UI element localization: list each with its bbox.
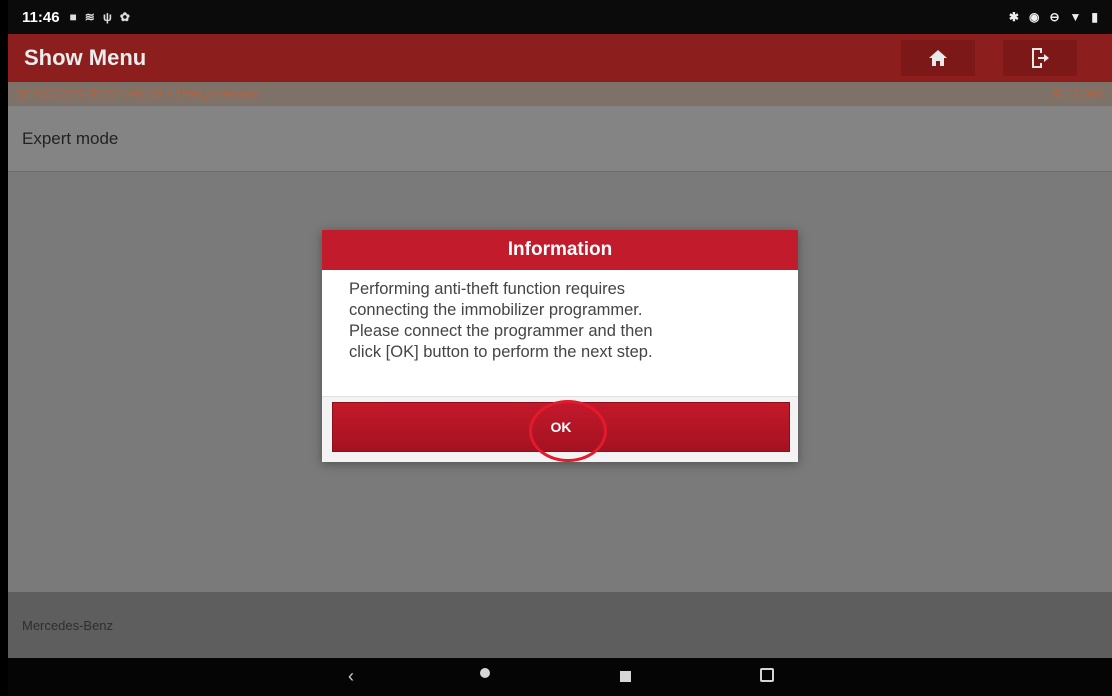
status-icons-right: ✱ ◉ ⊖ ▼ ▮ (1009, 10, 1098, 24)
menu-item-expert-mode[interactable]: Expert mode (8, 106, 1112, 172)
battery-voltage-icon: ⊟ (1052, 87, 1066, 101)
page-title: Show Menu (24, 45, 147, 70)
notification-icon: ■ (69, 10, 77, 24)
dialog-actions: OK (322, 396, 798, 462)
screenshot-icon[interactable] (760, 668, 774, 682)
app-screen: 11:46 ■ ≋ ψ ✿ ✱ ◉ ⊖ ▼ ▮ Show Menu MERCED… (8, 0, 1112, 696)
status-icons-left: ■ ≋ ψ ✿ (70, 10, 130, 24)
information-dialog: Information Performing anti-theft functi… (322, 230, 798, 462)
dialog-message: Performing anti-theft function requires … (322, 270, 798, 396)
title-bar: Show Menu (8, 34, 1112, 82)
settings-icon: ✿ (119, 10, 130, 24)
home-icon (929, 50, 947, 66)
dialog-message-line: click [OK] button to perform the next st… (349, 343, 653, 361)
voltage-value: 12.06V (1065, 87, 1104, 101)
status-bar: 11:46 ■ ≋ ψ ✿ ✱ ◉ ⊖ ▼ ▮ (8, 0, 1112, 34)
exit-icon (1032, 48, 1049, 68)
signal-icon: ≋ (84, 10, 95, 24)
dialog-message-line: Please connect the programmer and then (349, 322, 653, 340)
usb-icon: ψ (102, 10, 112, 24)
wifi-icon: ▼ (1069, 10, 1082, 24)
dnd-icon: ⊖ (1049, 10, 1060, 24)
vpn-icon: ◉ (1028, 10, 1040, 24)
home-nav-icon[interactable] (480, 668, 490, 678)
status-time: 11:46 (22, 8, 60, 26)
breadcrumb: MERCEDES-BENZ V49.60 > Theft protection … (8, 82, 1112, 106)
bluetooth-icon: ✱ (1008, 10, 1019, 24)
dialog-message-line: Performing anti-theft function requires (349, 280, 626, 298)
footer-brand: Mercedes-Benz (22, 617, 114, 633)
home-button[interactable] (901, 40, 975, 76)
battery-icon: ▮ (1091, 10, 1098, 24)
voltage-readout: ⊟ 12.06V (1053, 87, 1104, 101)
exit-button[interactable] (1003, 40, 1077, 76)
dialog-message-line: connecting the immobilizer programmer. (349, 301, 643, 319)
back-icon[interactable]: ‹ (348, 666, 354, 687)
menu-item-label: Expert mode (22, 128, 119, 148)
recents-icon[interactable] (620, 671, 631, 682)
android-nav-bar: ‹ (8, 658, 1112, 696)
ok-button[interactable]: OK (332, 400, 790, 462)
highlight-circle (529, 400, 607, 462)
breadcrumb-path: MERCEDES-BENZ V49.60 > Theft protection (16, 87, 259, 101)
dialog-title: Information (322, 230, 798, 270)
footer-bar: Mercedes-Benz (8, 592, 1112, 658)
